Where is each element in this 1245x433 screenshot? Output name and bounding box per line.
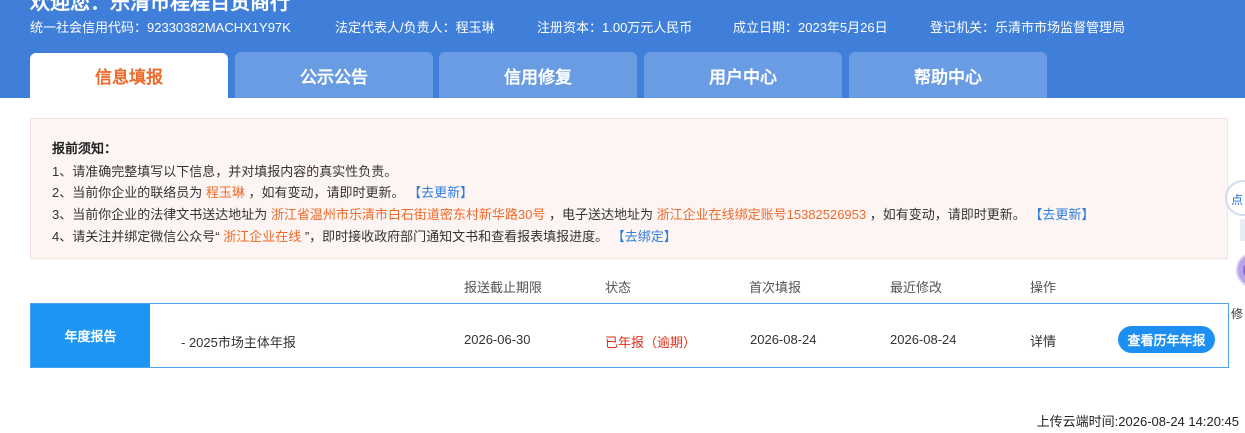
credit-code: 统一社会信用代码：92330382MACHX1Y97K <box>30 20 291 35</box>
legal-representative: 法定代表人/负责人：程玉琳 <box>335 20 495 35</box>
registration-authority: 登记机关：乐清市市场监督管理局 <box>930 20 1126 35</box>
wechat-account-name: 浙江企业在线 <box>223 229 302 244</box>
liaison-name: 程玉琳 <box>205 185 245 200</box>
floating-help-label: 点 <box>1231 193 1244 207</box>
upload-time: 上传云端时间:2026-08-24 14:20:45 <box>1036 414 1239 429</box>
top-header: 欢迎您：乐清市程程百货商行 统一社会信用代码：92330382MACHX1Y97… <box>0 0 1245 98</box>
history-reports-button[interactable]: 查看历年年报 <box>1118 326 1215 353</box>
pre-report-notice: 报前须知： 1、请准确完整填写以下信息，并对填报内容的真实性负责。 2、当前你企… <box>30 118 1228 259</box>
notice-line-3: 3、当前你企业的法律文书送达地址为 浙江省温州市乐清市白石街道密东村新华路30号… <box>52 204 1094 223</box>
notice-line-1: 1、请准确完整填写以下信息，并对填报内容的真实性负责。 <box>52 164 398 179</box>
welcome-title: 欢迎您：乐清市程程百货商行 <box>30 0 290 14</box>
floating-repair-label[interactable]: 修 <box>1231 305 1243 322</box>
header-action: 操作 <box>1030 280 1057 295</box>
report-first-filed: 2026-08-24 <box>750 332 817 347</box>
notice-line-4-tail: ”，即时接收政府部门通知文书和查看报表填报进度。 <box>304 229 609 244</box>
report-status: 已年报（逾期） <box>605 335 697 350</box>
update-address-link[interactable]: 【去更新】 <box>1029 207 1094 222</box>
notice-line-4: 4、请关注并绑定微信公众号“ 浙江企业在线 ”，即时接收政府部门通知文书和查看报… <box>52 226 677 245</box>
tab-credit-repair[interactable]: 信用修复 <box>439 52 637 98</box>
notice-line-3-mid: ，电子送达地址为 <box>548 207 653 222</box>
header-status: 状态 <box>605 280 632 295</box>
notice-line-2: 2、当前你企业的联络员为 程玉琳 ，如有变动，请即时更新。 【去更新】 <box>52 182 473 201</box>
annual-report-row: 年度报告 - 2025市场主体年报 2026-06-30 已年报（逾期） 202… <box>30 303 1229 368</box>
tab-info-filing[interactable]: 信息填报 <box>30 53 228 98</box>
annual-report-label: 年度报告 <box>31 304 150 367</box>
floating-assistant-icon[interactable] <box>1236 252 1245 288</box>
legal-address: 浙江省温州市乐清市白石街道密东村新华路30号 <box>270 207 546 222</box>
founded-date: 成立日期：2023年5月26日 <box>733 20 888 35</box>
header-first-filed: 首次填报 <box>749 280 802 295</box>
header-last-modified: 最近修改 <box>890 280 943 295</box>
report-deadline: 2026-06-30 <box>464 332 531 347</box>
registered-capital: 注册资本：1.00万元人民币 <box>537 20 693 35</box>
report-last-modified: 2026-08-24 <box>890 332 957 347</box>
notice-title: 报前须知： <box>52 141 118 156</box>
notice-line-2-tail: ，如有变动，请即时更新。 <box>248 185 405 200</box>
details-link[interactable]: 详情 <box>1030 331 1056 350</box>
floating-help-button[interactable]: 点 <box>1225 180 1245 216</box>
tab-public-announcement[interactable]: 公示公告 <box>235 52 433 98</box>
notice-line-2-text: 2、当前你企业的联络员为 <box>52 185 203 200</box>
header-deadline: 报送截止期限 <box>464 280 543 295</box>
notice-line-4-text: 4、请关注并绑定微信公众号“ <box>52 229 220 244</box>
notice-line-3-text: 3、当前你企业的法律文书送达地址为 <box>52 207 268 222</box>
bind-wechat-link[interactable]: 【去绑定】 <box>612 229 677 244</box>
electronic-address: 浙江企业在线绑定账号15382526953 <box>656 207 867 222</box>
update-liaison-link[interactable]: 【去更新】 <box>408 185 473 200</box>
notice-line-3-tail: ，如有变动，请即时更新。 <box>869 207 1026 222</box>
tab-help-center[interactable]: 帮助中心 <box>849 52 1047 98</box>
floating-divider <box>1240 219 1245 241</box>
report-name: - 2025市场主体年报 <box>181 335 296 350</box>
tab-user-center[interactable]: 用户中心 <box>644 52 842 98</box>
